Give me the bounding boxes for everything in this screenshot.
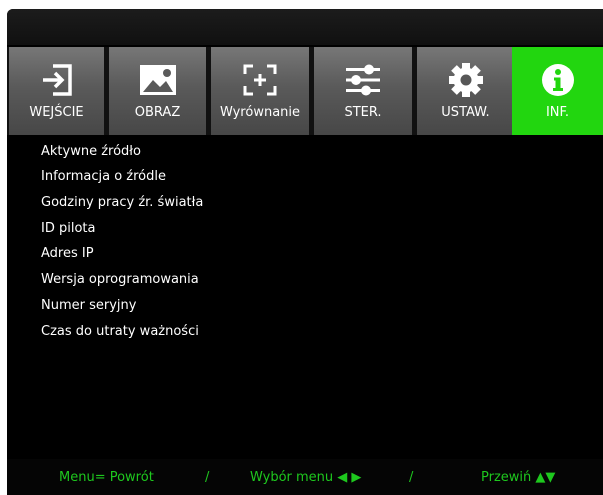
- menu-item-source-info[interactable]: Informacja o źródle: [41, 169, 166, 184]
- menu-item-active-source[interactable]: Aktywne źródło: [41, 144, 141, 159]
- tab-alignment[interactable]: Wyrównanie: [211, 47, 309, 135]
- osd-menu-window: WEJŚCIE OBRAZ Wyrównanie STER. USTAW. IN…: [7, 9, 603, 495]
- info-icon: [512, 63, 603, 97]
- tab-image[interactable]: OBRAZ: [109, 47, 206, 135]
- footer-hint-bar: Menu= Powrót / Wybór menu ◀ ▶ / Przewiń …: [7, 459, 603, 495]
- gear-icon: [417, 63, 514, 97]
- tab-info[interactable]: INF.: [512, 47, 603, 135]
- footer-select-hint: Wybór menu ◀ ▶: [250, 470, 362, 485]
- alignment-icon: [211, 63, 309, 97]
- image-icon: [109, 63, 206, 97]
- tab-settings-label: USTAW.: [441, 105, 490, 120]
- tab-image-label: OBRAZ: [134, 105, 181, 120]
- sliders-icon: [314, 63, 412, 97]
- menu-item-remote-id[interactable]: ID pilota: [41, 221, 95, 236]
- footer-separator: /: [205, 470, 210, 485]
- menu-item-ip-address[interactable]: Adres IP: [41, 246, 94, 261]
- title-bar: [7, 9, 603, 45]
- menu-item-expiry-time[interactable]: Czas do utraty ważności: [41, 324, 199, 339]
- tab-settings[interactable]: USTAW.: [417, 47, 514, 135]
- tab-control-label: STER.: [344, 105, 382, 120]
- footer-separator: /: [409, 470, 414, 485]
- menu-item-serial-number[interactable]: Numer seryjny: [41, 298, 136, 313]
- footer-menu-back: Menu= Powrót: [59, 470, 154, 485]
- footer-scroll-hint: Przewiń ▲▼: [481, 470, 556, 485]
- tab-input[interactable]: WEJŚCIE: [9, 47, 104, 135]
- menu-item-light-hours[interactable]: Godziny pracy źr. światła: [41, 195, 203, 210]
- tab-bar: WEJŚCIE OBRAZ Wyrównanie STER. USTAW. IN…: [7, 47, 603, 135]
- tab-info-label: INF.: [545, 105, 570, 120]
- input-icon: [9, 63, 104, 97]
- menu-item-firmware-version[interactable]: Wersja oprogramowania: [41, 272, 199, 287]
- tab-control[interactable]: STER.: [314, 47, 412, 135]
- tab-input-label: WEJŚCIE: [29, 105, 84, 120]
- tab-alignment-label: Wyrównanie: [219, 105, 301, 120]
- info-menu-list: Aktywne źródło Informacja o źródle Godzi…: [7, 135, 603, 459]
